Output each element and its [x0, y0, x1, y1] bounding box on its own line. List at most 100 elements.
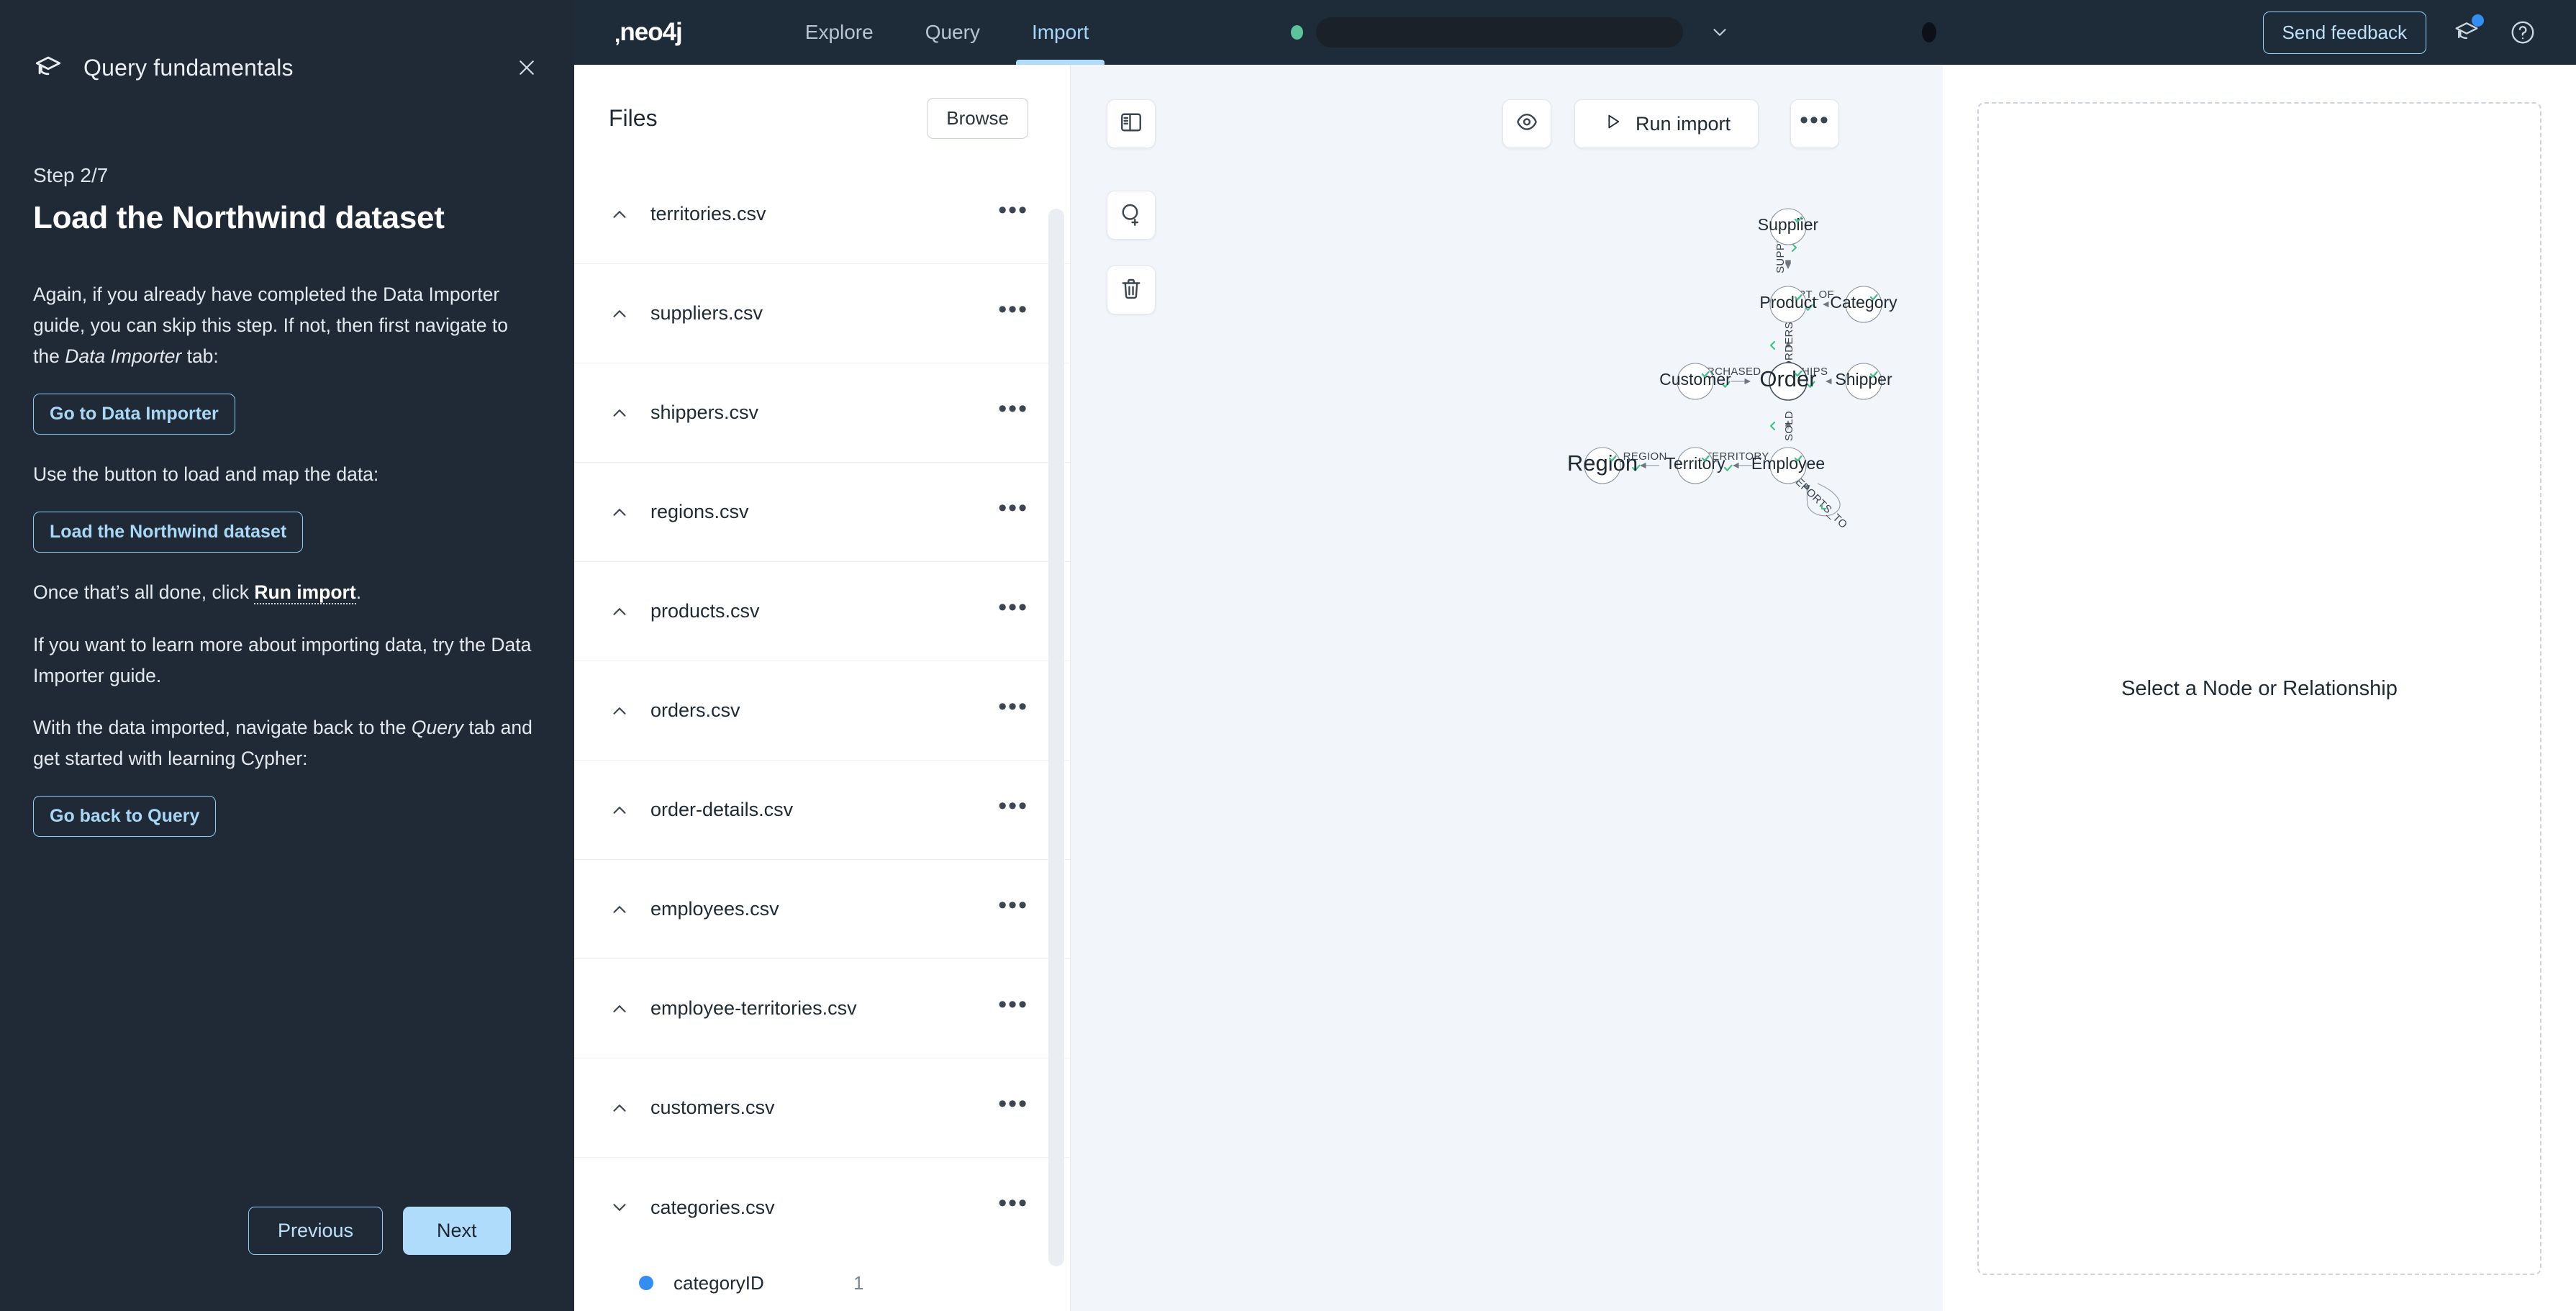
more-horizontal-icon[interactable]: •••: [998, 198, 1028, 223]
guide-title: Query fundamentals: [83, 54, 294, 81]
file-name: territories.csv: [650, 203, 766, 224]
file-list-item[interactable]: territories.csv •••: [574, 165, 1070, 264]
chevron-up-icon[interactable]: [609, 601, 630, 622]
main-content: Files Browse territories.csv ••• supplie…: [574, 65, 2576, 1311]
more-horizontal-icon[interactable]: •••: [998, 396, 1028, 422]
chevron-up-icon[interactable]: [609, 799, 630, 821]
top-nav-right-actions: Send feedback: [1921, 11, 2576, 54]
file-name: orders.csv: [650, 699, 740, 721]
files-panel-scrollbar[interactable]: [1048, 209, 1064, 1266]
graph-node-supplier[interactable]: Supplier: [1758, 208, 1819, 245]
file-name: suppliers.csv: [650, 302, 763, 324]
file-list-item[interactable]: orders.csv •••: [574, 661, 1070, 761]
inspector-empty-text: Select a Node or Relationship: [2121, 676, 2398, 700]
chevron-up-icon[interactable]: [609, 303, 630, 325]
step-indicator: Step 2/7: [33, 164, 109, 186]
graph-node-order[interactable]: Order: [1759, 362, 1817, 401]
graph-diagram[interactable]: SUPPLIES PART_OF ORDERS PURCHASED SHIPS …: [1071, 65, 1943, 1311]
file-field-row[interactable]: categoryID 1: [574, 1257, 1070, 1309]
go-back-to-query-button[interactable]: Go back to Query: [33, 796, 217, 838]
guide-p3-part-a: Once that’s all done, click: [33, 581, 255, 603]
mapped-check-icon: [1769, 421, 1776, 431]
more-horizontal-icon[interactable]: •••: [998, 694, 1028, 720]
more-horizontal-icon[interactable]: •••: [998, 297, 1028, 322]
mapped-check-icon: [1723, 464, 1733, 471]
user-info-redacted: [1921, 22, 1936, 42]
close-icon[interactable]: [509, 50, 544, 85]
relationship-label: SOLD: [1783, 411, 1795, 441]
node-label: Shipper: [1835, 370, 1892, 389]
guide-paragraph-5: With the data imported, navigate back to…: [33, 712, 538, 774]
file-list-item[interactable]: shippers.csv •••: [574, 363, 1070, 463]
guides-graduation-cap-icon[interactable]: [2451, 14, 2484, 48]
more-horizontal-icon[interactable]: •••: [998, 1092, 1028, 1117]
chevron-up-icon[interactable]: [609, 204, 630, 225]
go-to-data-importer-button[interactable]: Go to Data Importer: [33, 393, 235, 435]
relationship-label: ORDERS: [1783, 322, 1795, 369]
more-horizontal-icon[interactable]: •••: [998, 893, 1028, 918]
edge-sold[interactable]: SOLD: [1769, 411, 1795, 441]
help-circle-icon[interactable]: [2507, 17, 2539, 48]
file-list-item[interactable]: suppliers.csv •••: [574, 264, 1070, 363]
graph-node-region[interactable]: Region: [1567, 447, 1638, 484]
more-horizontal-icon[interactable]: •••: [998, 992, 1028, 1017]
previous-button[interactable]: Previous: [248, 1207, 384, 1255]
file-list-item[interactable]: regions.csv •••: [574, 463, 1070, 562]
more-horizontal-icon[interactable]: •••: [998, 794, 1028, 819]
files-panel: Files Browse territories.csv ••• supplie…: [574, 65, 1071, 1311]
file-list-item[interactable]: products.csv •••: [574, 562, 1070, 661]
node-label: Category: [1830, 293, 1897, 312]
chevron-up-icon[interactable]: [609, 1097, 630, 1119]
graph-node-category[interactable]: Category: [1830, 286, 1897, 323]
file-list: territories.csv ••• suppliers.csv ••• sh…: [574, 165, 1070, 1311]
node-label: Product: [1759, 293, 1817, 312]
nav-tabs: Explore Query Import: [779, 0, 1115, 65]
chevron-up-icon[interactable]: [609, 402, 630, 424]
more-horizontal-icon[interactable]: •••: [998, 496, 1028, 521]
files-panel-header: Files Browse: [574, 65, 1070, 139]
guide-paragraph-4: If you want to learn more about importin…: [33, 633, 532, 686]
guide-p5-part-a: With the data imported, navigate back to…: [33, 717, 412, 739]
browse-button[interactable]: Browse: [927, 98, 1028, 139]
guide-p1-emphasis: Data Importer: [65, 345, 182, 367]
logo-prefix: ,: [614, 23, 620, 47]
database-name-redacted: [1316, 17, 1684, 47]
more-horizontal-icon[interactable]: •••: [998, 595, 1028, 620]
tab-explore[interactable]: Explore: [779, 0, 899, 65]
node-label: Supplier: [1758, 215, 1819, 234]
send-feedback-button[interactable]: Send feedback: [2262, 11, 2426, 54]
guide-panel: Query fundamentals Step 2/7 Load the Nor…: [0, 0, 574, 1311]
chevron-up-icon[interactable]: [609, 700, 630, 722]
edge-orders[interactable]: ORDERS: [1769, 322, 1795, 369]
tab-query[interactable]: Query: [899, 0, 1006, 65]
database-selector[interactable]: [1291, 17, 1731, 47]
more-horizontal-icon[interactable]: •••: [998, 1191, 1028, 1216]
mapped-check-icon: [1791, 242, 1797, 253]
inspector-empty-state: Select a Node or Relationship: [1977, 102, 2541, 1275]
file-list-item[interactable]: employee-territories.csv •••: [574, 959, 1070, 1058]
node-label: Customer: [1659, 370, 1731, 389]
neo4j-logo[interactable]: , neo4j: [614, 18, 683, 47]
file-list-item-expanded[interactable]: categories.csv •••: [574, 1158, 1070, 1257]
file-list-item[interactable]: employees.csv •••: [574, 860, 1070, 959]
chevron-down-icon[interactable]: [609, 1197, 630, 1218]
file-name: employees.csv: [650, 898, 779, 920]
tab-import[interactable]: Import: [1006, 0, 1115, 65]
graph-model-canvas[interactable]: Run import ••• SUPPLIES PART_OF ORDERS P…: [1071, 65, 1943, 1311]
guide-header-left: Query fundamentals: [33, 53, 294, 83]
chevron-up-icon[interactable]: [609, 899, 630, 920]
graduation-cap-icon: [33, 53, 63, 83]
guide-p1-part-b: tab:: [181, 345, 219, 367]
node-label: Territory: [1665, 454, 1725, 473]
node-label: Order: [1759, 366, 1816, 391]
load-northwind-dataset-button[interactable]: Load the Northwind dataset: [33, 511, 304, 553]
chevron-up-icon[interactable]: [609, 998, 630, 1020]
chevron-up-icon[interactable]: [609, 502, 630, 523]
graph-node-shipper[interactable]: Shipper: [1835, 363, 1892, 400]
file-name: products.csv: [650, 600, 760, 622]
app-area: , neo4j Explore Query Import Send feedbac…: [574, 0, 2576, 1311]
file-list-item[interactable]: order-details.csv •••: [574, 761, 1070, 860]
file-list-item[interactable]: customers.csv •••: [574, 1058, 1070, 1158]
next-button[interactable]: Next: [403, 1207, 511, 1255]
field-type-dot-icon: [639, 1276, 653, 1290]
